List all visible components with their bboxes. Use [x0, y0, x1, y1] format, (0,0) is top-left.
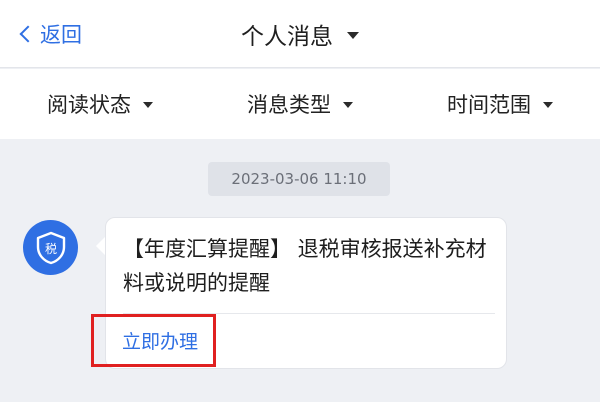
filter-label: 阅读状态: [47, 93, 131, 117]
title-dropdown[interactable]: 个人消息: [241, 17, 359, 51]
filter-time-range[interactable]: 时间范围: [400, 89, 600, 119]
back-label: 返回: [40, 23, 82, 47]
tax-shield-icon: 税: [23, 220, 78, 275]
page-title: 个人消息: [241, 24, 333, 50]
message-timestamp: 2023-03-06 11:10: [208, 162, 390, 196]
caret-down-icon: [543, 102, 553, 108]
message-card[interactable]: 【年度汇算提醒】 退税审核报送补充材料或说明的提醒 立即办理: [91, 217, 507, 369]
back-button[interactable]: 返回: [18, 18, 82, 50]
filter-message-type[interactable]: 消息类型: [200, 89, 400, 119]
filter-label: 消息类型: [247, 93, 331, 117]
chevron-left-icon: [19, 25, 37, 43]
filter-read-status[interactable]: 阅读状态: [0, 89, 200, 119]
top-nav-bar: 返回 个人消息: [0, 0, 600, 68]
caret-down-icon: [347, 31, 359, 39]
caret-down-icon: [343, 102, 353, 108]
avatar-glyph: 税: [44, 242, 56, 256]
handle-now-link[interactable]: 立即办理: [122, 327, 198, 354]
title-area: 个人消息: [0, 0, 600, 68]
message-text: 【年度汇算提醒】 退税审核报送补充材料或说明的提醒: [123, 237, 487, 295]
caret-down-icon: [143, 102, 153, 108]
highlight-box: 立即办理: [91, 314, 216, 367]
shield-icon: 税: [36, 231, 65, 264]
filter-bar: 阅读状态 消息类型 时间范围: [0, 69, 600, 139]
filter-label: 时间范围: [447, 93, 531, 117]
